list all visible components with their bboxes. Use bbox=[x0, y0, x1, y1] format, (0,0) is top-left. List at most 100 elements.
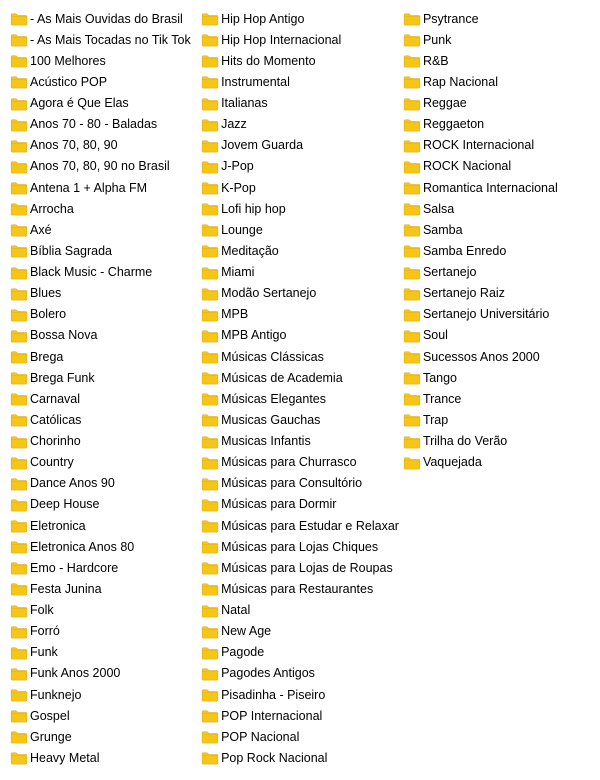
list-item[interactable]: Brega Funk bbox=[8, 367, 199, 388]
list-item[interactable]: Reggaeton bbox=[401, 114, 592, 135]
list-item[interactable]: Anos 70 - 80 - Baladas bbox=[8, 114, 199, 135]
list-item[interactable]: MPB bbox=[199, 304, 401, 325]
list-item[interactable]: Trap bbox=[401, 409, 592, 430]
list-item[interactable]: Pop Rock Nacional bbox=[199, 747, 401, 768]
list-item[interactable]: Forró bbox=[8, 621, 199, 642]
list-item[interactable]: Funk Anos 2000 bbox=[8, 663, 199, 684]
list-item[interactable]: Soul bbox=[401, 325, 592, 346]
list-item[interactable]: Rap Nacional bbox=[401, 71, 592, 92]
list-item[interactable]: - As Mais Tocadas no Tik Tok bbox=[8, 29, 199, 50]
list-item[interactable]: Blues bbox=[8, 283, 199, 304]
list-item[interactable]: Samba Enredo bbox=[401, 240, 592, 261]
list-item[interactable]: Musicas Gauchas bbox=[199, 409, 401, 430]
list-item[interactable]: Emo - Hardcore bbox=[8, 557, 199, 578]
list-item[interactable]: Punk bbox=[401, 29, 592, 50]
list-item[interactable]: Black Music - Charme bbox=[8, 262, 199, 283]
folder-label: Funk bbox=[30, 643, 58, 661]
list-item[interactable]: Lofi hip hop bbox=[199, 198, 401, 219]
list-item[interactable]: Chorinho bbox=[8, 431, 199, 452]
list-item[interactable]: K-Pop bbox=[199, 177, 401, 198]
list-item[interactable]: Eletronica bbox=[8, 515, 199, 536]
list-item[interactable]: Músicas Clássicas bbox=[199, 346, 401, 367]
list-item[interactable]: Pagodes Antigos bbox=[199, 663, 401, 684]
list-item[interactable]: Anos 70, 80, 90 no Brasil bbox=[8, 156, 199, 177]
list-item[interactable]: Country bbox=[8, 452, 199, 473]
list-item[interactable]: Samba bbox=[401, 219, 592, 240]
list-item[interactable]: Italianas bbox=[199, 93, 401, 114]
list-item[interactable]: Hits do Momento bbox=[199, 50, 401, 71]
list-item[interactable]: Carnaval bbox=[8, 388, 199, 409]
list-item[interactable]: Sertanejo bbox=[401, 262, 592, 283]
list-item[interactable]: Jovem Guarda bbox=[199, 135, 401, 156]
list-item[interactable]: Jazz bbox=[199, 114, 401, 135]
list-item[interactable]: Músicas para Consultório bbox=[199, 473, 401, 494]
list-item[interactable]: Bossa Nova bbox=[8, 325, 199, 346]
list-item[interactable]: POP Nacional bbox=[199, 726, 401, 747]
list-item[interactable]: Deep House bbox=[8, 494, 199, 515]
list-item[interactable]: Gospel bbox=[8, 705, 199, 726]
list-item[interactable]: Romantica Internacional bbox=[401, 177, 592, 198]
list-item[interactable]: POP Internacional bbox=[199, 705, 401, 726]
list-item[interactable]: Meditação bbox=[199, 240, 401, 261]
list-item[interactable]: Vaquejada bbox=[401, 452, 592, 473]
list-item[interactable]: Heavy Metal bbox=[8, 747, 199, 768]
list-item[interactable]: Músicas de Academia bbox=[199, 367, 401, 388]
list-item[interactable]: Músicas Elegantes bbox=[199, 388, 401, 409]
list-item[interactable]: R&B bbox=[401, 50, 592, 71]
list-item[interactable]: Católicas bbox=[8, 409, 199, 430]
folder-label: Sertanejo Raiz bbox=[423, 284, 505, 302]
list-item[interactable]: Brega bbox=[8, 346, 199, 367]
list-item[interactable]: J-Pop bbox=[199, 156, 401, 177]
list-item[interactable]: Pisadinha - Piseiro bbox=[199, 684, 401, 705]
list-item[interactable]: Músicas para Churrasco bbox=[199, 452, 401, 473]
list-item[interactable]: - As Mais Ouvidas do Brasil bbox=[8, 8, 199, 29]
list-item[interactable]: Hip Hop Antigo bbox=[199, 8, 401, 29]
list-item[interactable]: Músicas para Lojas de Roupas bbox=[199, 557, 401, 578]
list-item[interactable]: Sucessos Anos 2000 bbox=[401, 346, 592, 367]
list-item[interactable]: Miami bbox=[199, 262, 401, 283]
list-item[interactable]: Arrocha bbox=[8, 198, 199, 219]
list-item[interactable]: Tango bbox=[401, 367, 592, 388]
list-item[interactable]: Reggae bbox=[401, 93, 592, 114]
list-item[interactable]: MPB Antigo bbox=[199, 325, 401, 346]
list-item[interactable]: Modão Sertanejo bbox=[199, 283, 401, 304]
list-item[interactable]: ROCK Nacional bbox=[401, 156, 592, 177]
list-item[interactable]: Eletronica Anos 80 bbox=[8, 536, 199, 557]
list-item[interactable]: Agora é Que Elas bbox=[8, 93, 199, 114]
list-item[interactable]: Natal bbox=[199, 600, 401, 621]
list-item[interactable]: Acústico POP bbox=[8, 71, 199, 92]
list-item[interactable]: Músicas para Estudar e Relaxar bbox=[199, 515, 401, 536]
list-item[interactable]: Trance bbox=[401, 388, 592, 409]
list-item[interactable]: Lounge bbox=[199, 219, 401, 240]
list-item[interactable]: Dance Anos 90 bbox=[8, 473, 199, 494]
list-item[interactable]: Salsa bbox=[401, 198, 592, 219]
list-item[interactable]: 100 Melhores bbox=[8, 50, 199, 71]
folder-label: ROCK Internacional bbox=[423, 136, 534, 154]
list-item[interactable]: Antena 1 + Alpha FM bbox=[8, 177, 199, 198]
folder-icon bbox=[10, 350, 26, 363]
list-item[interactable]: Funk bbox=[8, 642, 199, 663]
list-item[interactable]: Sertanejo Raiz bbox=[401, 283, 592, 304]
list-item[interactable]: New Age bbox=[199, 621, 401, 642]
list-item[interactable]: Hip Hop Internacional bbox=[199, 29, 401, 50]
list-item[interactable]: Folk bbox=[8, 600, 199, 621]
list-item[interactable]: Trilha do Verão bbox=[401, 431, 592, 452]
folder-icon bbox=[10, 75, 26, 88]
list-item[interactable]: Bolero bbox=[8, 304, 199, 325]
list-item[interactable]: Axé bbox=[8, 219, 199, 240]
list-item[interactable]: Músicas para Restaurantes bbox=[199, 578, 401, 599]
list-item[interactable]: Músicas para Lojas Chiques bbox=[199, 536, 401, 557]
list-item[interactable]: ROCK Internacional bbox=[401, 135, 592, 156]
list-item[interactable]: Psytrance bbox=[401, 8, 592, 29]
list-item[interactable]: Sertanejo Universitário bbox=[401, 304, 592, 325]
list-item[interactable]: Músicas para Dormir bbox=[199, 494, 401, 515]
list-item[interactable]: Anos 70, 80, 90 bbox=[8, 135, 199, 156]
list-item[interactable]: Musicas Infantis bbox=[199, 431, 401, 452]
list-item[interactable]: Grunge bbox=[8, 726, 199, 747]
list-item[interactable]: Funknejo bbox=[8, 684, 199, 705]
list-item[interactable]: Pagode bbox=[199, 642, 401, 663]
list-item[interactable]: Bíblia Sagrada bbox=[8, 240, 199, 261]
folder-label: Sucessos Anos 2000 bbox=[423, 348, 540, 366]
list-item[interactable]: Instrumental bbox=[199, 71, 401, 92]
list-item[interactable]: Festa Junina bbox=[8, 578, 199, 599]
